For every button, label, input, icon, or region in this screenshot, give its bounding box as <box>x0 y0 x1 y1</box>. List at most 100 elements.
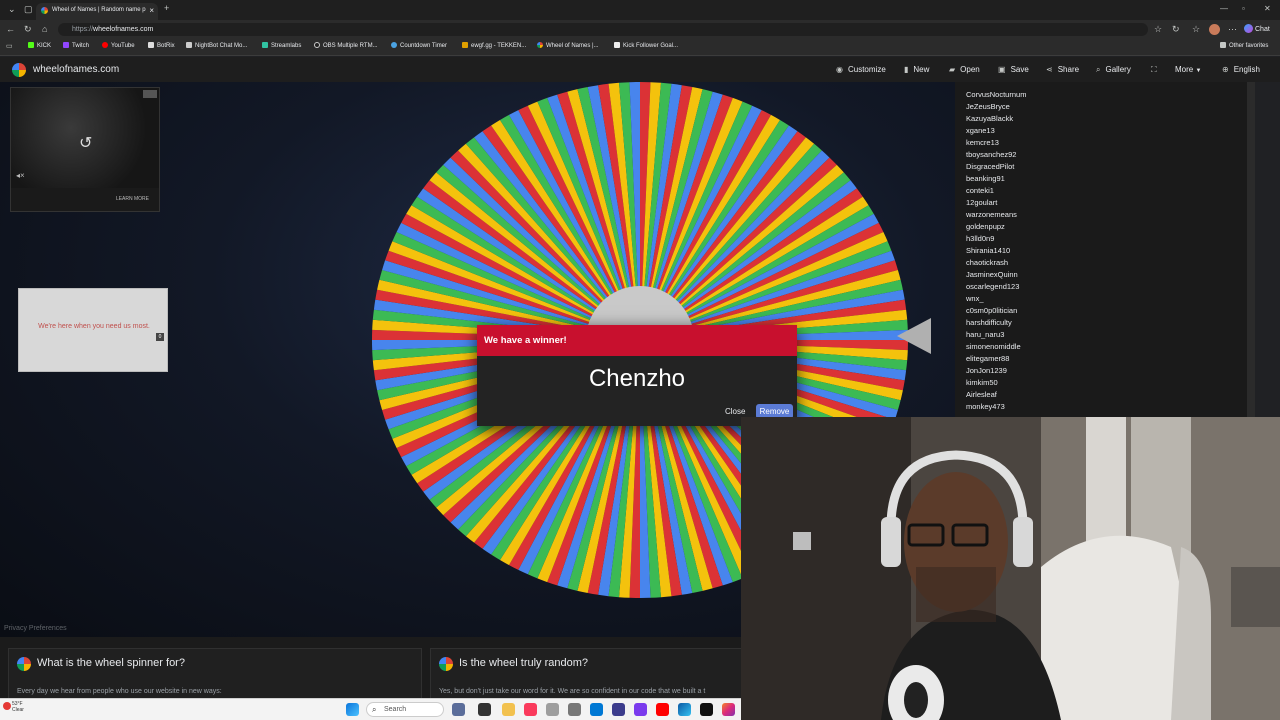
star-icon[interactable]: ☆ <box>1154 24 1162 35</box>
entries-list[interactable]: CorvusNocturnum JeZeusBryce KazuyaBlackk xg… <box>955 82 1255 417</box>
entry-item[interactable]: conteki1 <box>966 186 994 195</box>
bookmark-twitch[interactable]: Twitch <box>63 42 89 49</box>
new-button[interactable]: ▮ New <box>904 65 929 74</box>
banner-ad-badge: 0 <box>156 333 164 341</box>
entry-item[interactable]: c0sm0p0litician <box>966 306 1017 315</box>
app-icon-1[interactable] <box>452 703 465 716</box>
entry-item[interactable]: Shirania1410 <box>966 246 1010 255</box>
replay-icon[interactable]: ↺ <box>79 133 92 153</box>
entry-item[interactable]: JonJon1239 <box>966 366 1007 375</box>
entry-item[interactable]: kemcre13 <box>966 138 999 147</box>
bookmark-nightbot[interactable]: NightBot Chat Mo... <box>186 42 247 49</box>
entry-item[interactable]: h3lld0n9 <box>966 234 994 243</box>
customize-button[interactable]: ◉ Customize <box>836 65 886 74</box>
bookmark-youtube[interactable]: YouTube <box>102 42 135 49</box>
close-window-icon[interactable]: ✕ <box>1264 4 1271 13</box>
minimize-icon[interactable]: — <box>1220 4 1228 13</box>
app-icon-3[interactable] <box>546 703 559 716</box>
tiktok-icon[interactable] <box>700 703 713 716</box>
entry-item[interactable]: chaotickrash <box>966 258 1008 267</box>
info-card-purpose: What is the wheel spinner for? Every day… <box>8 648 422 698</box>
gallery-button[interactable]: ⌕ Gallery <box>1096 65 1131 75</box>
save-button[interactable]: ▣ Save <box>998 65 1029 74</box>
edge-icon[interactable] <box>678 703 691 716</box>
favorites-icon[interactable]: ☆ <box>1192 24 1200 35</box>
bookmark-other-favorites[interactable]: Other favorites <box>1220 42 1268 49</box>
twitch-icon <box>63 42 69 48</box>
app-icon-5[interactable] <box>612 703 625 716</box>
entry-item[interactable]: oscarlegend123 <box>966 282 1019 291</box>
entry-item[interactable]: xgane13 <box>966 126 995 135</box>
entry-item[interactable]: JeZeusBryce <box>966 102 1010 111</box>
youtube-taskbar-icon[interactable] <box>656 703 669 716</box>
weather-widget[interactable]: 53°F Clear <box>12 701 24 713</box>
profile-avatar[interactable] <box>1209 24 1220 35</box>
bookmark-kick[interactable]: KICK <box>28 42 51 49</box>
banner-ad[interactable]: We're here when you need us most. 0 <box>18 288 168 372</box>
instagram-icon[interactable] <box>722 703 735 716</box>
close-button[interactable]: Close <box>725 407 745 416</box>
entry-item[interactable]: Airlesleaf <box>966 390 997 399</box>
entry-item[interactable]: JasminexQuinn <box>966 270 1018 279</box>
app-icon-6[interactable] <box>634 703 647 716</box>
app-icon-4[interactable] <box>590 703 603 716</box>
bookmark-ewgf[interactable]: ewgf.gg - TEKKEN... <box>462 42 526 49</box>
music-app-icon[interactable] <box>524 703 537 716</box>
url-field[interactable]: https://wheelofnames.com <box>58 23 1148 36</box>
entries-scrollbar[interactable] <box>1247 82 1255 417</box>
entry-item[interactable]: DisgracedPilot <box>966 162 1014 171</box>
new-tab-icon[interactable]: + <box>164 3 169 13</box>
share-button[interactable]: ⋖ Share <box>1046 65 1079 74</box>
tab-search-icon[interactable]: ⌄ <box>8 4 16 15</box>
entry-item[interactable]: wnx_ <box>966 294 984 303</box>
settings-icon[interactable] <box>568 703 581 716</box>
mute-icon[interactable]: ◂× <box>16 171 25 180</box>
entry-item[interactable]: goldenpupz <box>966 222 1005 231</box>
back-icon[interactable]: ← <box>6 24 15 34</box>
maximize-icon[interactable]: ▫ <box>1242 4 1245 13</box>
entry-item[interactable]: elitegamer88 <box>966 354 1009 363</box>
chat-label: Chat <box>1255 26 1270 33</box>
menu-dots-icon[interactable]: ⋯ <box>1228 24 1237 35</box>
entry-item[interactable]: monkey473 <box>966 402 1005 411</box>
close-tab-icon[interactable]: × <box>149 3 154 18</box>
taskbar-search[interactable]: ⌕ Search <box>366 702 444 717</box>
privacy-preferences-link[interactable]: Privacy Preferences <box>4 625 67 632</box>
search-icon: ⌕ <box>1096 65 1101 74</box>
wheel-logo-icon[interactable] <box>12 63 26 77</box>
refresh-ext-icon[interactable]: ↻ <box>1172 24 1180 35</box>
more-menu[interactable]: More ▼ <box>1175 65 1201 74</box>
entry-item[interactable]: warzonemeans <box>966 210 1017 219</box>
bookmarks-folder-icon[interactable]: ▭ <box>6 42 13 50</box>
bookmark-botrix[interactable]: BotRix <box>148 42 175 49</box>
entry-item[interactable]: CorvusNocturnum <box>966 90 1026 99</box>
fullscreen-button[interactable]: ⛶ <box>1151 65 1162 75</box>
entry-item[interactable]: haru_naru3 <box>966 330 1004 339</box>
tab-actions-icon[interactable]: ▢ <box>24 4 33 15</box>
bookmark-countdown[interactable]: Countdown Timer <box>391 42 447 49</box>
info-card-body: Yes, but don't just take our word for it… <box>439 688 706 695</box>
entry-item[interactable]: kimkim50 <box>966 378 998 387</box>
language-selector[interactable]: ⊕ English <box>1222 65 1260 74</box>
entry-item[interactable]: KazuyaBlackk <box>966 114 1013 123</box>
entry-item[interactable]: 12goulart <box>966 198 997 207</box>
video-ad[interactable]: ↺ ◂× LEARN MORE <box>10 87 160 212</box>
bookmark-kick-follower[interactable]: Kick Follower Goal... <box>614 42 678 49</box>
active-tab[interactable]: Wheel of Names | Random name p × <box>36 3 158 20</box>
windows-start-icon[interactable] <box>346 703 359 716</box>
app-icon-2[interactable] <box>478 703 491 716</box>
reload-icon[interactable]: ↻ <box>24 24 32 35</box>
home-icon[interactable]: ⌂ <box>42 24 47 34</box>
file-explorer-icon[interactable] <box>502 703 515 716</box>
entry-item[interactable]: simonenomiddle <box>966 342 1021 351</box>
entry-item[interactable]: harshdifficulty <box>966 318 1012 327</box>
site-name[interactable]: wheelofnames.com <box>33 64 119 75</box>
entry-item[interactable]: beanking91 <box>966 174 1005 183</box>
open-button[interactable]: ▰ Open <box>949 65 980 74</box>
bookmark-obs[interactable]: OBS Multiple RTM... <box>314 42 378 49</box>
learn-more-link[interactable]: LEARN MORE <box>116 196 149 202</box>
entry-item[interactable]: tboysanchez92 <box>966 150 1016 159</box>
bookmark-streamlabs[interactable]: Streamlabs <box>262 42 301 49</box>
bookmark-wheelofnames[interactable]: Wheel of Names |... <box>537 42 599 49</box>
copilot-chat-button[interactable]: Chat <box>1244 24 1270 33</box>
